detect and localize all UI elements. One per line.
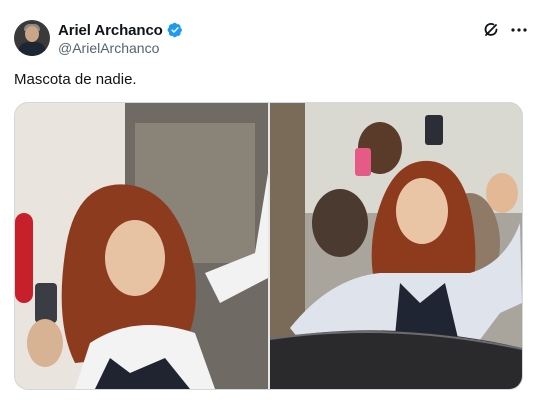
more-options-icon[interactable] bbox=[509, 20, 529, 40]
author-name-row[interactable]: Ariel Archanco bbox=[58, 20, 183, 40]
tweet-media-grid bbox=[14, 102, 523, 390]
photo-2[interactable] bbox=[270, 103, 522, 389]
tweet: Ariel Archanco @ArielArchanco Mascota de… bbox=[0, 0, 543, 403]
grok-icon[interactable] bbox=[481, 20, 501, 40]
author-handle[interactable]: @ArielArchanco bbox=[58, 40, 159, 56]
author-display-name[interactable]: Ariel Archanco bbox=[58, 22, 163, 39]
tweet-top-actions bbox=[481, 20, 529, 40]
photo-1[interactable] bbox=[15, 103, 268, 389]
author-avatar[interactable] bbox=[14, 20, 50, 56]
tweet-text: Mascota de nadie. bbox=[14, 71, 137, 88]
verified-badge-icon bbox=[167, 22, 183, 38]
